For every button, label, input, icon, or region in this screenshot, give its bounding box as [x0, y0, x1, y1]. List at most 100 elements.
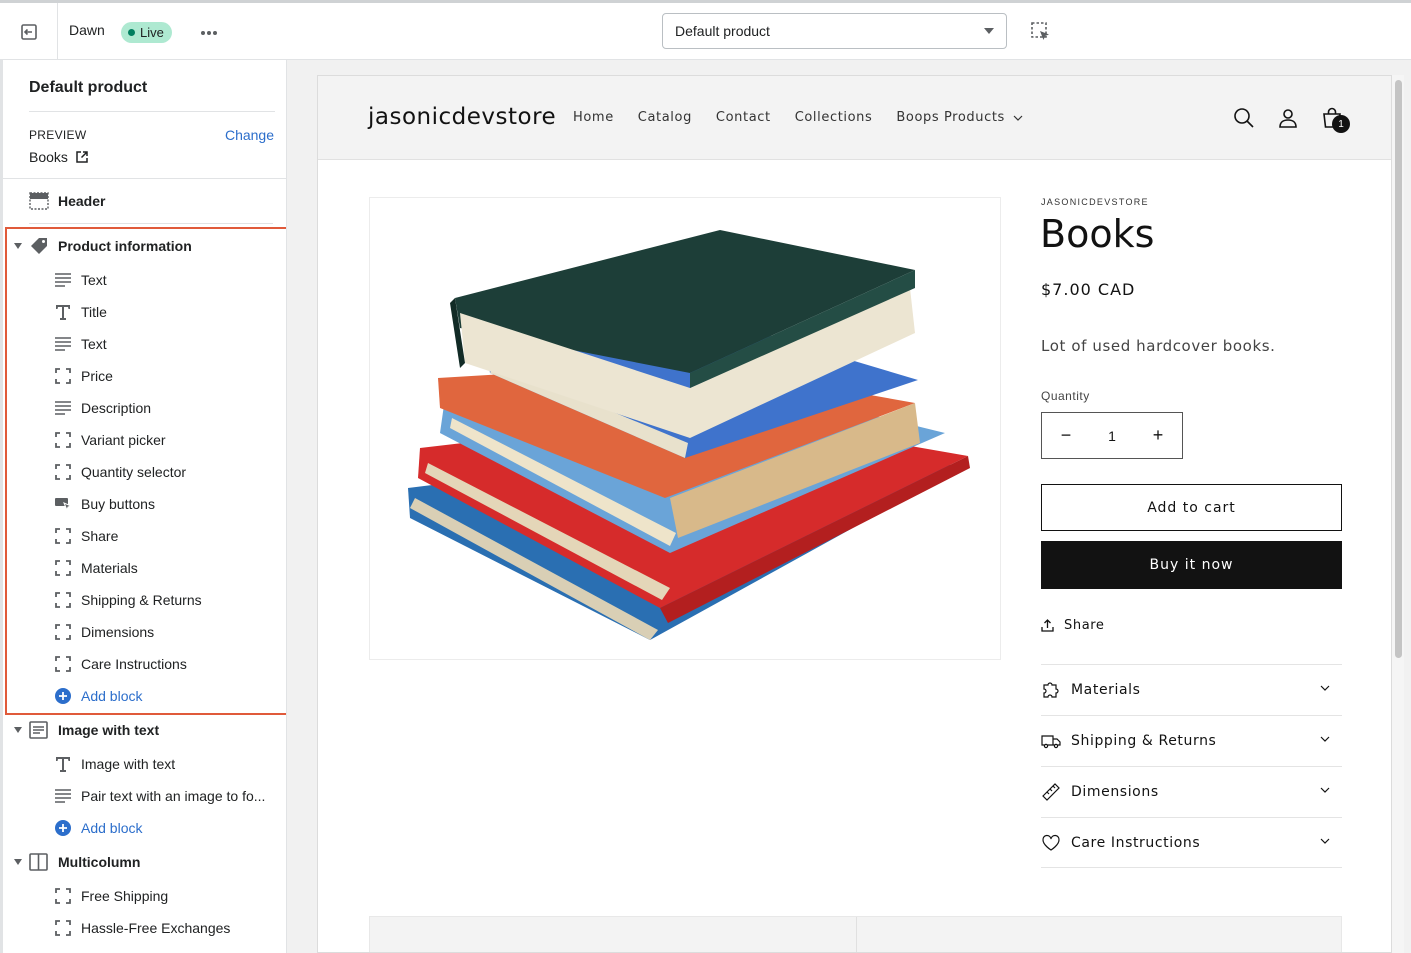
change-preview-link[interactable]: Change — [225, 127, 274, 143]
more-actions-button[interactable] — [197, 21, 221, 45]
accordion-shipping-returns[interactable]: Shipping & Returns — [1041, 715, 1342, 766]
buy-button-icon — [54, 495, 72, 513]
exit-button[interactable] — [0, 3, 58, 60]
editor-topbar: Dawn Live Default product — [0, 0, 1411, 60]
accordion-care-instructions[interactable]: Care Instructions — [1041, 817, 1342, 868]
block-item[interactable]: Image with text — [54, 748, 175, 780]
block-item[interactable]: Share — [54, 520, 118, 552]
nav-catalog[interactable]: Catalog — [638, 110, 692, 125]
product-title: Books — [1040, 212, 1155, 256]
block-item[interactable]: Free Shipping — [54, 880, 168, 912]
block-item[interactable]: Quantity selector — [54, 456, 186, 488]
live-badge-label: Live — [140, 25, 164, 40]
header-section-icon — [29, 192, 49, 210]
block-item[interactable]: Title — [54, 296, 107, 328]
store-header: jasonicdevstore Home Catalog Contact Col… — [318, 76, 1391, 160]
block-item[interactable]: Variant picker — [54, 424, 166, 456]
block-item[interactable]: Description — [54, 392, 151, 424]
section-product-information[interactable]: Product information — [29, 230, 192, 262]
block-item[interactable]: Pair text with an image to fo... — [54, 780, 265, 812]
block-label: Quantity selector — [81, 464, 187, 480]
block-corners-icon — [54, 887, 72, 905]
block-label: Text — [81, 272, 107, 288]
section-image-with-text[interactable]: Image with text — [29, 714, 159, 746]
block-item[interactable]: Price — [54, 360, 113, 392]
puzzle-icon — [1043, 682, 1059, 698]
add-circle-icon — [54, 819, 72, 837]
divider — [856, 917, 857, 952]
sidebar-title: Default product — [29, 79, 148, 96]
product-price: $7.00 CAD — [1041, 280, 1136, 299]
nav-contact[interactable]: Contact — [716, 110, 771, 125]
block-label: Title — [81, 304, 107, 320]
section-multicolumn[interactable]: Multicolumn — [29, 846, 140, 878]
inspector-select-icon — [1031, 22, 1049, 40]
block-item[interactable]: Hassle-Free Exchanges — [54, 912, 230, 944]
add-to-cart-button[interactable]: Add to cart — [1041, 484, 1342, 531]
block-label: Pair text with an image to fo... — [81, 788, 266, 804]
template-select-value: Default product — [675, 23, 770, 39]
nav-boops-products-label: Boops Products — [896, 110, 1005, 125]
block-label: Variant picker — [81, 432, 166, 448]
share-button[interactable]: Share — [1041, 618, 1105, 633]
preview-scrollbar-thumb[interactable] — [1395, 80, 1402, 658]
quantity-decrease-button[interactable]: − — [1056, 425, 1076, 446]
product-description: Lot of used hardcover books. — [1041, 337, 1276, 355]
accordion-materials[interactable]: Materials — [1041, 664, 1342, 715]
caret-down-icon[interactable] — [14, 727, 22, 733]
nav-boops-products[interactable]: Boops Products — [896, 110, 1023, 125]
block-item[interactable]: Dimensions — [54, 616, 154, 648]
section-header[interactable]: Header — [29, 185, 105, 217]
quantity-value[interactable]: 1 — [1108, 428, 1116, 444]
block-label: Share — [81, 528, 119, 544]
block-corners-icon — [54, 527, 72, 545]
accordion-label: Materials — [1071, 682, 1141, 698]
add-block-button[interactable]: Add block — [54, 680, 142, 712]
buy-it-now-button[interactable]: Buy it now — [1041, 541, 1342, 589]
inspector-button[interactable] — [1030, 21, 1054, 45]
text-lines-icon — [54, 335, 72, 353]
block-corners-icon — [54, 655, 72, 673]
add-block-label: Add block — [81, 688, 143, 704]
live-badge: Live — [121, 22, 172, 43]
add-circle-icon — [54, 687, 72, 705]
template-select[interactable]: Default product — [662, 13, 1007, 49]
chevron-down-icon — [1320, 787, 1330, 793]
block-label: Materials — [81, 560, 138, 576]
add-block-button[interactable]: Add block — [54, 812, 142, 844]
block-corners-icon — [54, 463, 72, 481]
store-logo-text[interactable]: jasonicdevstore — [368, 104, 556, 130]
search-icon[interactable] — [1232, 106, 1256, 130]
block-label: Buy buttons — [81, 496, 155, 512]
exit-icon — [20, 23, 37, 40]
quantity-increase-button[interactable]: + — [1148, 425, 1168, 446]
caret-down-icon[interactable] — [14, 859, 22, 865]
share-icon — [1041, 619, 1054, 632]
accordion-dimensions[interactable]: Dimensions — [1041, 766, 1342, 817]
block-label: Image with text — [81, 756, 176, 772]
block-label: Description — [81, 400, 152, 416]
block-label: Shipping & Returns — [81, 592, 202, 608]
title-t-icon — [54, 303, 72, 321]
nav-home[interactable]: Home — [573, 110, 614, 125]
chevron-down-icon — [1320, 685, 1330, 691]
chevron-down-icon — [1320, 838, 1330, 844]
block-item[interactable]: Shipping & Returns — [54, 584, 202, 616]
nav-collections[interactable]: Collections — [795, 110, 873, 125]
block-item[interactable]: Materials — [54, 552, 138, 584]
quantity-label: Quantity — [1041, 389, 1090, 403]
block-item[interactable]: Text — [54, 328, 107, 360]
block-label: Free Shipping — [81, 888, 169, 904]
block-item[interactable]: Buy buttons — [54, 488, 155, 520]
ruler-icon — [1042, 783, 1060, 801]
caret-down-icon[interactable] — [14, 243, 22, 249]
block-corners-icon — [54, 559, 72, 577]
product-media[interactable] — [369, 197, 1001, 660]
more-dots-icon — [201, 31, 217, 35]
divider — [29, 111, 275, 112]
block-item[interactable]: Text — [54, 264, 107, 296]
storefront-preview: jasonicdevstore Home Catalog Contact Col… — [317, 75, 1392, 953]
block-item[interactable]: Care Instructions — [54, 648, 187, 680]
account-icon[interactable] — [1276, 106, 1300, 130]
preview-value[interactable]: Books — [29, 149, 88, 165]
